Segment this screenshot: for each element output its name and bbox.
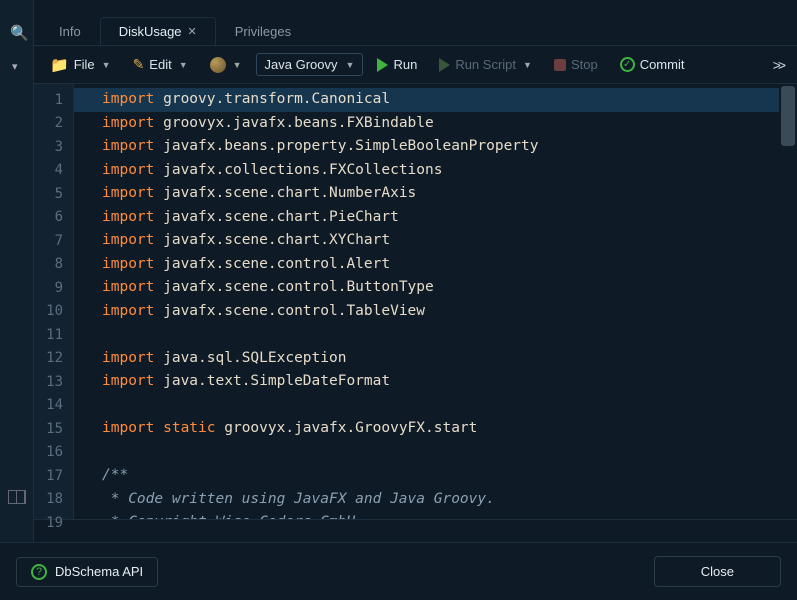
search-icon[interactable]: 🔍 xyxy=(10,24,29,42)
stop-label: Stop xyxy=(571,57,598,72)
run-button[interactable]: Run xyxy=(369,53,425,76)
code-line[interactable]: import javafx.beans.property.SimpleBoole… xyxy=(102,135,797,159)
commit-label: Commit xyxy=(640,57,685,72)
question-icon: ? xyxy=(31,564,47,580)
line-number: 19 xyxy=(34,511,73,535)
line-number: 17 xyxy=(34,464,73,488)
code-line[interactable]: import javafx.scene.control.Alert xyxy=(102,253,797,277)
layout-icon[interactable] xyxy=(8,490,26,504)
code-line[interactable]: * Code written using JavaFX and Java Gro… xyxy=(102,488,797,512)
line-number: 9 xyxy=(34,276,73,300)
tab-info[interactable]: Info xyxy=(40,17,100,45)
run-label: Run xyxy=(393,57,417,72)
line-number: 11 xyxy=(34,323,73,347)
line-number: 2 xyxy=(34,112,73,136)
line-number: 4 xyxy=(34,159,73,183)
overflow-icon[interactable]: >> xyxy=(773,57,789,73)
tab-label: Info xyxy=(59,24,81,39)
left-rail: 🔍 ▾ xyxy=(0,0,34,600)
line-number: 8 xyxy=(34,253,73,277)
snippets-menu[interactable]: ▼ xyxy=(202,53,250,77)
line-number: 14 xyxy=(34,394,73,418)
code-line[interactable]: import javafx.scene.chart.NumberAxis xyxy=(102,182,797,206)
edit-menu[interactable]: ✎ Edit ▼ xyxy=(125,52,196,77)
tab-label: Privileges xyxy=(235,24,291,39)
bottom-bar: ? DbSchema API Close xyxy=(0,542,797,600)
line-number: 16 xyxy=(34,441,73,465)
code-line[interactable]: import javafx.scene.control.TableView xyxy=(102,300,797,324)
line-gutter: 12345678910111213141516171819 xyxy=(34,84,74,519)
line-number: 7 xyxy=(34,229,73,253)
tab-label: DiskUsage xyxy=(119,24,182,39)
chevron-down-icon: ▼ xyxy=(346,60,355,70)
tab-privileges[interactable]: Privileges xyxy=(216,17,310,45)
toolbar: 📁 File ▼ ✎ Edit ▼ ▼ Java Groovy ▼ Run Ru… xyxy=(34,46,797,84)
code-line[interactable]: import groovy.transform.Canonical xyxy=(74,88,779,112)
chevron-down-icon: ▼ xyxy=(179,60,188,70)
line-number: 12 xyxy=(34,347,73,371)
line-number: 15 xyxy=(34,417,73,441)
language-label: Java Groovy xyxy=(265,57,338,72)
line-number: 18 xyxy=(34,488,73,512)
code-line[interactable]: import java.text.SimpleDateFormat xyxy=(102,370,797,394)
api-label: DbSchema API xyxy=(55,564,143,579)
code-line[interactable]: import static groovyx.javafx.GroovyFX.st… xyxy=(102,417,797,441)
code-line[interactable]: import javafx.scene.chart.XYChart xyxy=(102,229,797,253)
scrollbar-thumb[interactable] xyxy=(781,86,795,146)
pencil-icon: ✎ xyxy=(133,56,145,73)
code-line[interactable]: import javafx.scene.control.ButtonType xyxy=(102,276,797,300)
code-line[interactable]: import javafx.scene.chart.PieChart xyxy=(102,206,797,230)
snake-icon xyxy=(210,57,226,73)
close-label: Close xyxy=(701,564,734,579)
edit-label: Edit xyxy=(149,57,171,72)
code-line[interactable]: import javafx.collections.FXCollections xyxy=(102,159,797,183)
code-line[interactable] xyxy=(102,323,797,347)
file-label: File xyxy=(74,57,95,72)
play-icon xyxy=(439,58,450,72)
code-line[interactable]: * Copyright Wise Coders GmbH. xyxy=(102,511,797,519)
code-line[interactable]: import groovyx.javafx.beans.FXBindable xyxy=(102,112,797,136)
line-number: 6 xyxy=(34,206,73,230)
stop-button[interactable]: Stop xyxy=(546,53,606,76)
chevron-down-icon: ▼ xyxy=(233,60,242,70)
commit-button[interactable]: ✓ Commit xyxy=(612,53,693,76)
stop-icon xyxy=(554,59,566,71)
check-icon: ✓ xyxy=(620,57,635,72)
language-selector[interactable]: Java Groovy ▼ xyxy=(256,53,364,76)
line-number: 1 xyxy=(34,88,73,112)
code-line[interactable] xyxy=(102,441,797,465)
code-editor[interactable]: 12345678910111213141516171819 import gro… xyxy=(34,84,797,520)
chevron-down-icon: ▼ xyxy=(102,60,111,70)
code-area[interactable]: import groovy.transform.Canonicalimport … xyxy=(74,84,797,519)
api-help-button[interactable]: ? DbSchema API xyxy=(16,557,158,587)
tab-bar: Info DiskUsage ✕ Privileges xyxy=(34,14,797,46)
code-line[interactable]: import java.sql.SQLException xyxy=(102,347,797,371)
close-icon[interactable]: ✕ xyxy=(188,25,197,38)
line-number: 13 xyxy=(34,370,73,394)
code-line[interactable] xyxy=(102,394,797,418)
play-icon xyxy=(377,58,388,72)
run-script-button[interactable]: Run Script ▼ xyxy=(431,53,540,76)
file-menu[interactable]: 📁 File ▼ xyxy=(42,52,119,78)
code-line[interactable]: /** xyxy=(102,464,797,488)
chevron-down-icon: ▼ xyxy=(523,60,532,70)
line-number: 10 xyxy=(34,300,73,324)
close-button[interactable]: Close xyxy=(654,556,781,587)
line-number: 3 xyxy=(34,135,73,159)
folder-icon: 📁 xyxy=(50,56,69,74)
line-number: 5 xyxy=(34,182,73,206)
collapse-icon[interactable]: ▾ xyxy=(12,60,18,73)
run-script-label: Run Script xyxy=(455,57,516,72)
tab-disk-usage[interactable]: DiskUsage ✕ xyxy=(100,17,216,45)
